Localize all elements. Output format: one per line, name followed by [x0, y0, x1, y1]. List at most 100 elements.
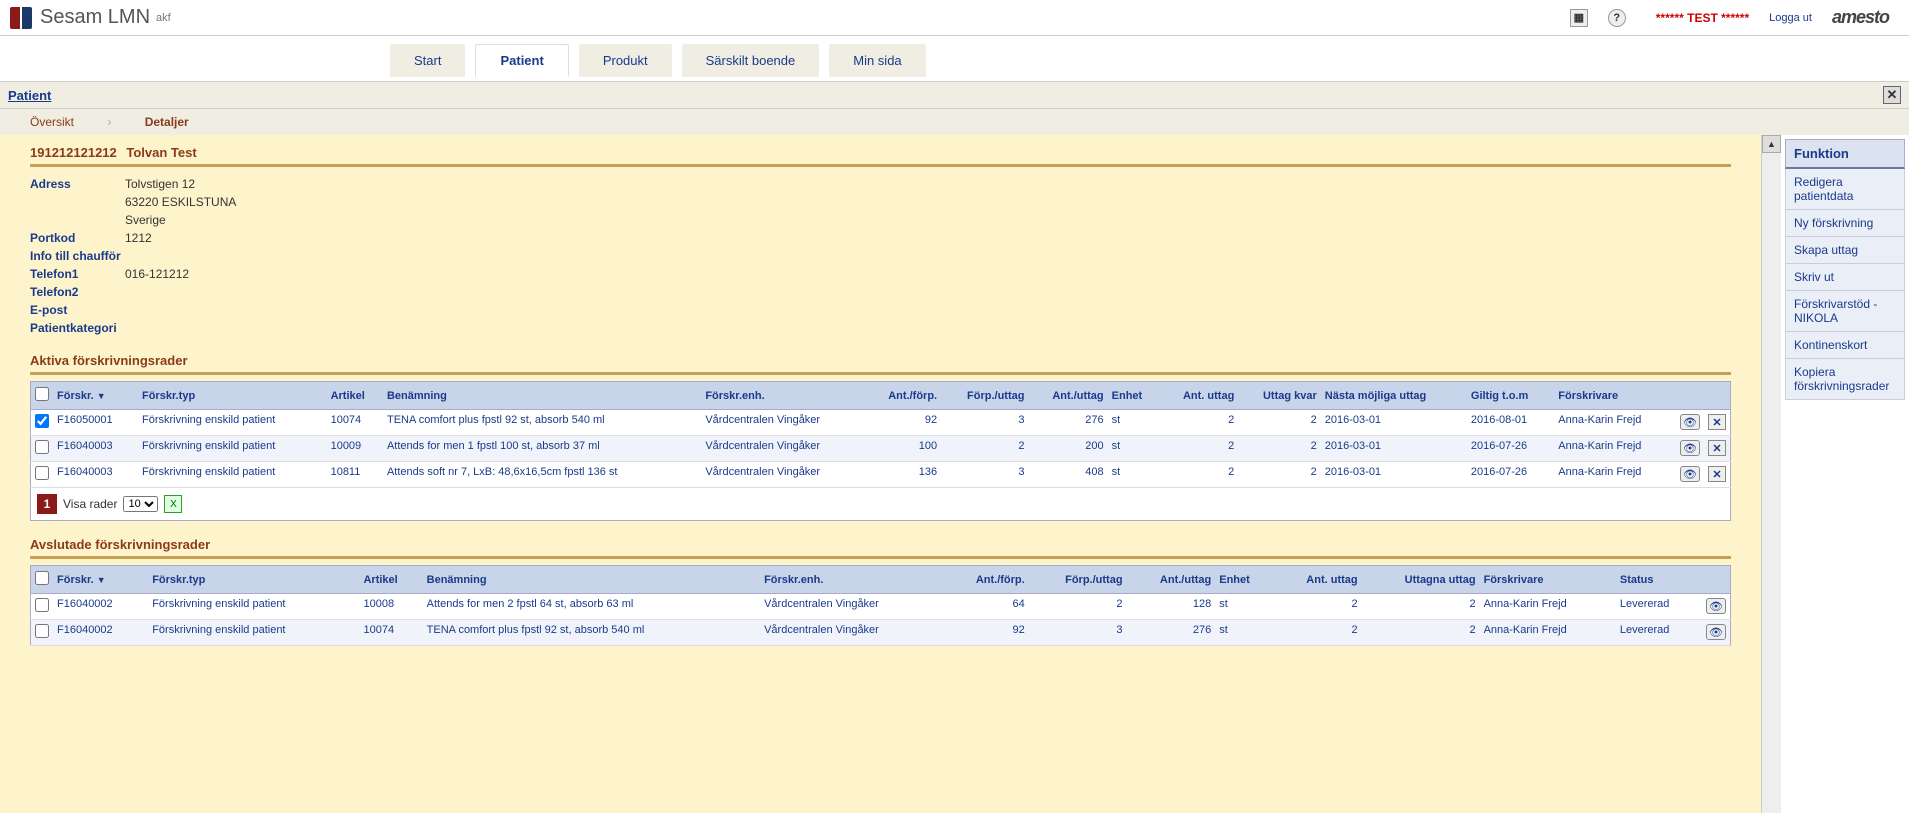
col-giltig[interactable]: Giltig t.o.m [1467, 382, 1554, 410]
row-checkbox[interactable] [35, 440, 49, 454]
side-copy-rows[interactable]: Kopiera förskrivningsrader [1785, 359, 1905, 400]
view-icon[interactable]: 👁 [1680, 466, 1700, 482]
col-enhet[interactable]: Enhet [1108, 382, 1159, 410]
table-row[interactable]: F16040002Förskrivning enskild patient100… [31, 594, 1731, 620]
brand-logo: amesto [1832, 7, 1889, 28]
logout-link[interactable]: Logga ut [1769, 12, 1812, 24]
view-icon[interactable]: 👁 [1706, 598, 1726, 614]
ccol-status[interactable]: Status [1616, 566, 1702, 594]
cell-nasta: 2016-03-01 [1321, 410, 1467, 436]
col-nasta[interactable]: Nästa möjliga uttag [1321, 382, 1467, 410]
cell-forskr: F16040002 [53, 594, 148, 620]
nav-produkt[interactable]: Produkt [579, 44, 672, 77]
side-new-prescription[interactable]: Ny förskrivning [1785, 210, 1905, 237]
ccol-artikel[interactable]: Artikel [359, 566, 422, 594]
side-create-uttag[interactable]: Skapa uttag [1785, 237, 1905, 264]
view-icon[interactable]: 👁 [1680, 440, 1700, 456]
ccol-enhet[interactable]: Enhet [1215, 566, 1273, 594]
side-nikola[interactable]: Förskrivarstöd - NIKOLA [1785, 291, 1905, 332]
crumb-detail[interactable]: Detaljer [145, 115, 189, 129]
select-all-closed[interactable] [35, 571, 49, 585]
side-kontinenskort[interactable]: Kontinenskort [1785, 332, 1905, 359]
cell-benamn: TENA comfort plus fpstl 92 st, absorb 54… [383, 410, 701, 436]
page-number[interactable]: 1 [37, 494, 57, 514]
col-forskrivare[interactable]: Förskrivare [1554, 382, 1676, 410]
col-benamn[interactable]: Benämning [383, 382, 701, 410]
select-all-active[interactable] [35, 387, 49, 401]
nav-patient[interactable]: Patient [475, 44, 568, 77]
app-subtitle: akf [156, 12, 171, 24]
nav-min-sida[interactable]: Min sida [829, 44, 925, 77]
ccol-antforp[interactable]: Ant./förp. [944, 566, 1029, 594]
ccol-ant-uttag[interactable]: Ant. uttag [1273, 566, 1362, 594]
delete-icon[interactable]: ✕ [1708, 440, 1726, 456]
value-tel1: 016-121212 [125, 267, 189, 281]
cell-enh: Vårdcentralen Vingåker [701, 462, 865, 488]
ccol-antuttag[interactable]: Ant./uttag [1127, 566, 1216, 594]
row-checkbox[interactable] [35, 598, 49, 612]
col-typ[interactable]: Förskr.typ [138, 382, 327, 410]
delete-icon[interactable]: ✕ [1708, 414, 1726, 430]
help-icon[interactable]: ? [1608, 9, 1626, 27]
excel-export-icon[interactable]: X [164, 495, 182, 513]
table-row[interactable]: F16040003Förskrivning enskild patient108… [31, 462, 1731, 488]
cell-enh: Vårdcentralen Vingåker [760, 620, 944, 646]
cell-forskrivare: Anna-Karin Frejd [1480, 594, 1616, 620]
row-checkbox[interactable] [35, 466, 49, 480]
grid-icon[interactable]: ▦ [1570, 9, 1588, 27]
col-artikel[interactable]: Artikel [327, 382, 383, 410]
table-row[interactable]: F16050001Förskrivning enskild patient100… [31, 410, 1731, 436]
label-tel2: Telefon2 [30, 285, 125, 299]
ccol-forputtag[interactable]: Förp./uttag [1029, 566, 1127, 594]
cell-antforp: 64 [944, 594, 1029, 620]
col-uttag-kvar[interactable]: Uttag kvar [1238, 382, 1320, 410]
col-enh[interactable]: Förskr.enh. [701, 382, 865, 410]
delete-icon[interactable]: ✕ [1708, 466, 1726, 482]
close-icon[interactable]: ✕ [1883, 86, 1901, 104]
nav-sarskilt-boende[interactable]: Särskilt boende [682, 44, 820, 77]
nav-start[interactable]: Start [390, 44, 465, 77]
crumb-overview[interactable]: Översikt [30, 115, 74, 129]
ccol-forskrivare[interactable]: Förskrivare [1480, 566, 1616, 594]
col-forskr[interactable]: Förskr. ▼ [53, 382, 138, 410]
ccol-uttagna[interactable]: Uttagna uttag [1362, 566, 1480, 594]
side-print[interactable]: Skriv ut [1785, 264, 1905, 291]
col-antuttag[interactable]: Ant./uttag [1028, 382, 1107, 410]
cell-forskrivare: Anna-Karin Frejd [1554, 436, 1676, 462]
view-icon[interactable]: 👁 [1680, 414, 1700, 430]
cell-typ: Förskrivning enskild patient [138, 410, 327, 436]
page-size-select[interactable]: 10 [123, 496, 158, 512]
cell-antuttag: 408 [1028, 462, 1107, 488]
main-nav: Start Patient Produkt Särskilt boende Mi… [0, 36, 1909, 81]
col-forputtag[interactable]: Förp./uttag [941, 382, 1028, 410]
view-icon[interactable]: 👁 [1706, 624, 1726, 640]
scroll-up-icon[interactable]: ▲ [1762, 135, 1781, 153]
cell-ant-uttag: 2 [1159, 436, 1238, 462]
table-row[interactable]: F16040003Förskrivning enskild patient100… [31, 436, 1731, 462]
sub-bar-title[interactable]: Patient [8, 88, 51, 103]
table-row[interactable]: F16040002Förskrivning enskild patient100… [31, 620, 1731, 646]
cell-enhet: st [1108, 410, 1159, 436]
row-checkbox[interactable] [35, 414, 49, 428]
cell-enhet: st [1215, 594, 1273, 620]
cell-typ: Förskrivning enskild patient [138, 436, 327, 462]
side-edit-patient[interactable]: Redigera patientdata [1785, 169, 1905, 210]
cell-benamn: Attends for men 1 fpstl 100 st, absorb 3… [383, 436, 701, 462]
ccol-enh[interactable]: Förskr.enh. [760, 566, 944, 594]
cell-status: Levererad [1616, 620, 1702, 646]
vertical-scrollbar[interactable]: ▲ [1761, 135, 1781, 813]
cell-benamn: TENA comfort plus fpstl 92 st, absorb 54… [423, 620, 760, 646]
ccol-typ[interactable]: Förskr.typ [148, 566, 359, 594]
ccol-benamn[interactable]: Benämning [423, 566, 760, 594]
col-ant-uttag[interactable]: Ant. uttag [1159, 382, 1238, 410]
cell-ant-uttag: 2 [1273, 620, 1362, 646]
cell-antforp: 92 [865, 410, 941, 436]
ccol-forskr[interactable]: Förskr. ▼ [53, 566, 148, 594]
patient-header: 191212121212 Tolvan Test [30, 141, 1731, 167]
cell-forskrivare: Anna-Karin Frejd [1554, 410, 1676, 436]
cell-forputtag: 3 [941, 462, 1028, 488]
cell-artikel: 10074 [359, 620, 422, 646]
col-antforp[interactable]: Ant./förp. [865, 382, 941, 410]
cell-forputtag: 3 [1029, 620, 1127, 646]
row-checkbox[interactable] [35, 624, 49, 638]
